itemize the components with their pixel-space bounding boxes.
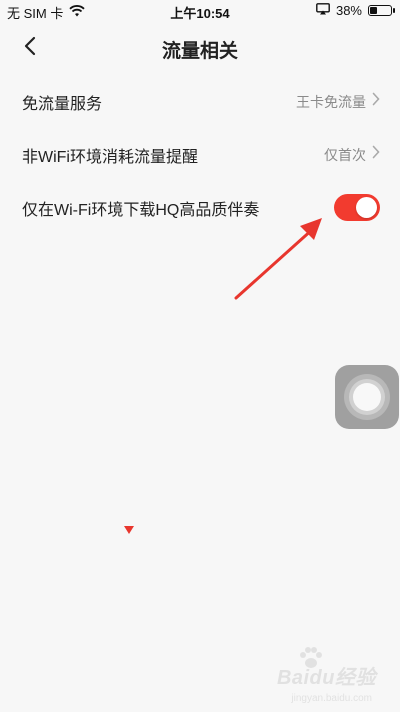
- setting-label: 非WiFi环境消耗流量提醒: [22, 148, 198, 166]
- setting-row-hq-download-wifi-only: 仅在Wi-Fi环境下载HQ高品质伴奏: [0, 181, 400, 234]
- status-bar: 无 SIM 卡 上午10:54 38%: [0, 0, 400, 22]
- setting-label: 免流量服务: [22, 95, 103, 113]
- setting-row-non-wifi-reminder[interactable]: 非WiFi环境消耗流量提醒 仅首次: [0, 128, 400, 181]
- battery-fill: [370, 7, 377, 14]
- settings-list: 免流量服务 王卡免流量 非WiFi环境消耗流量提醒 仅首次 仅在Wi-Fi环境下…: [0, 75, 400, 234]
- assistive-touch-button[interactable]: [335, 365, 399, 429]
- hq-download-toggle[interactable]: [334, 194, 380, 221]
- page-title: 流量相关: [161, 41, 238, 62]
- red-triangle-marker: [124, 526, 134, 534]
- chevron-right-icon: [372, 92, 380, 111]
- header: 流量相关: [0, 22, 400, 74]
- setting-value: 王卡免流量: [296, 93, 366, 110]
- screen-mirroring-icon: [316, 3, 330, 18]
- watermark-subtext: jingyan.baidu.com: [291, 693, 372, 704]
- toggle-knob: [356, 197, 377, 218]
- battery-percent: 38%: [335, 3, 362, 18]
- battery-icon: [368, 5, 395, 16]
- annotation-arrow: [234, 218, 322, 300]
- baidu-watermark: Baidu经验 jingyan.baidu.com: [266, 644, 376, 704]
- status-right: 38%: [316, 3, 395, 18]
- setting-value: 仅首次: [324, 146, 366, 163]
- chevron-right-icon: [372, 145, 380, 164]
- assistive-touch-core: [353, 383, 381, 411]
- watermark-text: Baidu经验: [276, 667, 376, 689]
- setting-row-free-data-service[interactable]: 免流量服务 王卡免流量: [0, 75, 400, 128]
